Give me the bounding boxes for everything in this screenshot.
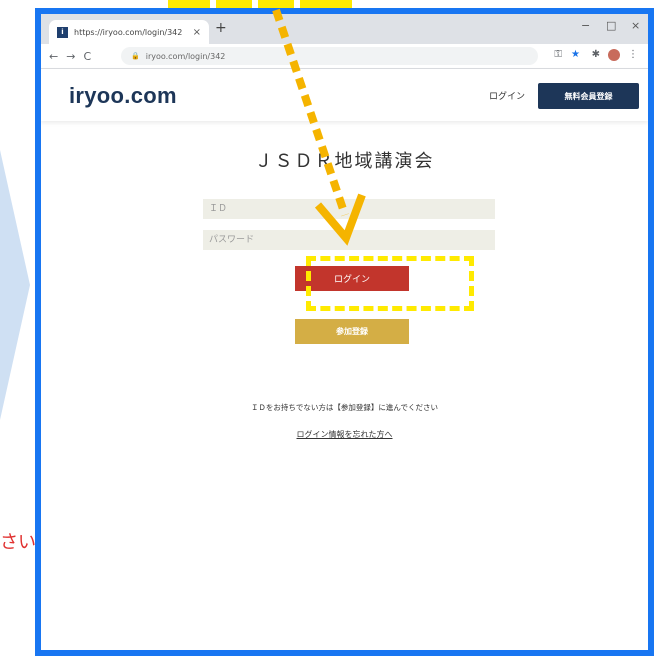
join-register-button[interactable]: 参加登録 <box>295 319 409 344</box>
header-login-link[interactable]: ログイン <box>489 89 525 102</box>
address-bar-row: ← → C 🔒 iryoo.com/login/342 ⚿ ★ ✱ ⋮ <box>41 44 648 69</box>
menu-kebab-icon[interactable]: ⋮ <box>628 49 638 60</box>
new-tab-button[interactable]: + <box>215 20 227 36</box>
reload-icon[interactable]: C <box>83 50 91 63</box>
back-icon[interactable]: ← <box>49 50 58 63</box>
site-header: iryoo.com ログイン 無料会員登録 <box>41 69 648 121</box>
browser-window: i https://iryoo.com/login/342 × + − □ × … <box>41 14 648 650</box>
bookmark-star-icon[interactable]: ★ <box>571 49 580 60</box>
login-highlight-box <box>306 256 474 311</box>
maximize-button[interactable]: □ <box>606 19 616 32</box>
site-favicon-icon: i <box>57 26 68 38</box>
key-icon[interactable]: ⚿ <box>554 49 562 60</box>
minimize-button[interactable]: − <box>581 19 590 32</box>
tab-title: https://iryoo.com/login/342 <box>74 27 183 37</box>
site-logo[interactable]: iryoo.com <box>69 83 177 109</box>
close-window-button[interactable]: × <box>631 19 640 32</box>
url-field[interactable]: 🔒 iryoo.com/login/342 <box>121 47 538 65</box>
url-text: iryoo.com/login/342 <box>145 51 226 61</box>
annotation-top-bar <box>168 0 352 8</box>
page-title: ＪＳＤＲ地域講演会 <box>254 151 435 172</box>
profile-avatar[interactable] <box>608 49 620 61</box>
browser-tab[interactable]: i https://iryoo.com/login/342 × <box>49 20 209 44</box>
forward-icon[interactable]: → <box>66 50 75 63</box>
registration-hint-text: ＩＤをお持ちでない方は【参加登録】に進んでください <box>250 403 439 412</box>
free-register-button[interactable]: 無料会員登録 <box>538 83 639 109</box>
browser-tab-bar: i https://iryoo.com/login/342 × + − □ × <box>41 14 648 44</box>
tab-close-icon[interactable]: × <box>193 27 201 38</box>
background-chevron <box>0 150 30 420</box>
lock-icon: 🔒 <box>131 52 140 60</box>
extensions-puzzle-icon[interactable]: ✱ <box>592 49 600 60</box>
background-side-text: さい <box>0 532 36 553</box>
forgot-login-link[interactable]: ログイン情報を忘れた方へ <box>41 429 648 440</box>
highlight-frame: i https://iryoo.com/login/342 × + − □ × … <box>35 8 654 656</box>
password-input[interactable]: パスワード <box>203 230 495 250</box>
id-input[interactable]: ＩＤ <box>203 199 495 219</box>
